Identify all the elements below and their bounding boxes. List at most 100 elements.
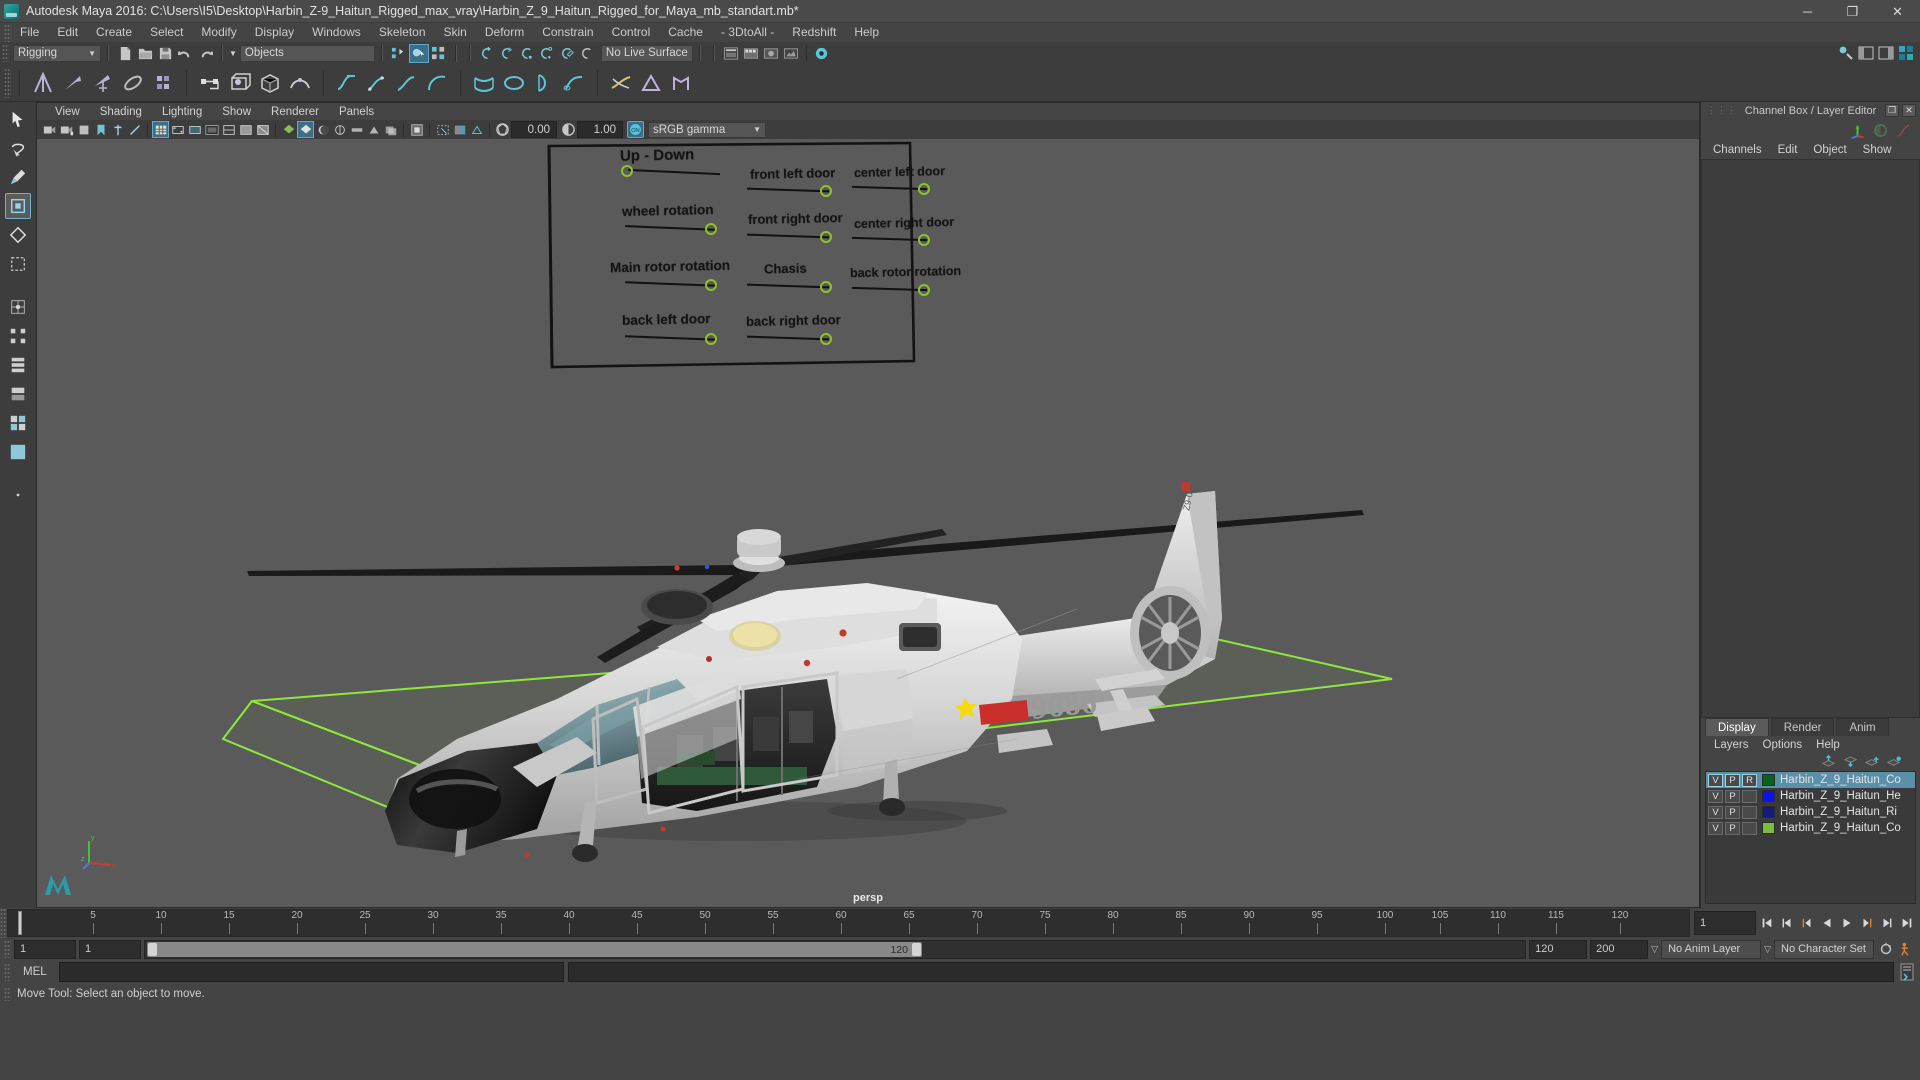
viewport-menu-view[interactable]: View (45, 106, 90, 118)
bookmark-icon[interactable] (92, 121, 109, 138)
gamma-icon[interactable] (560, 121, 577, 138)
ik-handle-tool-icon[interactable] (58, 68, 88, 98)
undo-button[interactable] (175, 44, 195, 63)
channel-menu-show[interactable]: Show (1855, 144, 1900, 156)
channel-menu-object[interactable]: Object (1805, 144, 1854, 156)
rig-knob-back-left-door[interactable] (705, 333, 717, 345)
layer-playback-toggle[interactable]: P (1725, 773, 1740, 787)
depth-peeling-icon[interactable] (382, 121, 399, 138)
rig-knob-main-rotor-rotation[interactable] (705, 279, 717, 291)
script-editor-button[interactable] (1898, 961, 1916, 983)
rig-knob-chasis[interactable] (820, 281, 832, 293)
range-start-field[interactable]: 1 (14, 939, 76, 959)
paint-skin-weights-icon[interactable] (148, 68, 178, 98)
rig-knob-center-right-door[interactable] (918, 234, 930, 246)
live-surface-field[interactable]: No Live Surface (600, 44, 693, 62)
layer-reference-toggle[interactable] (1742, 789, 1757, 803)
current-time-indicator[interactable] (18, 911, 22, 935)
snap-to-point-button[interactable] (517, 44, 537, 63)
square-surface-icon[interactable] (666, 68, 696, 98)
go-to-end-button[interactable] (1898, 912, 1916, 934)
light-toggle-icon[interactable] (297, 121, 314, 138)
make-live-button[interactable] (577, 44, 597, 63)
layer-list[interactable]: V P R Harbin_Z_9_Haitun_Co V P Harbin_Z_… (1705, 771, 1916, 904)
lock-camera-icon[interactable] (58, 121, 75, 138)
arc-tool-icon[interactable] (422, 68, 452, 98)
loft-surface-icon[interactable] (469, 68, 499, 98)
paint-select-tool[interactable] (5, 164, 31, 190)
rig-knob-center-left-door[interactable] (918, 183, 930, 195)
manipulator-icon[interactable] (1849, 122, 1866, 139)
shadow-toggle-icon[interactable] (314, 121, 331, 138)
layer-playback-toggle[interactable]: P (1725, 805, 1740, 819)
boundary-surface-icon[interactable] (636, 68, 666, 98)
ipr-render-button[interactable] (761, 44, 781, 63)
revolve-surface-icon[interactable] (529, 68, 559, 98)
render-sequence-button[interactable] (741, 44, 761, 63)
lattice-deformer-icon[interactable] (225, 68, 255, 98)
channel-box-toggle[interactable] (1876, 44, 1896, 63)
layout-vertical-tool[interactable] (5, 352, 31, 378)
step-back-keyframe-button[interactable] (1778, 912, 1796, 934)
layer-color-swatch[interactable] (1762, 806, 1775, 818)
select-tool[interactable] (5, 106, 31, 132)
viewport-menu-panels[interactable]: Panels (329, 106, 384, 118)
snap-to-grid-button[interactable] (477, 44, 497, 63)
anim-layer-selector[interactable]: No Anim Layer (1661, 939, 1762, 959)
channel-menu-edit[interactable]: Edit (1770, 144, 1806, 156)
menu-skin[interactable]: Skin (435, 23, 476, 42)
command-grip[interactable] (4, 963, 11, 981)
parent-constraint-icon[interactable] (195, 68, 225, 98)
texture-toggle-icon[interactable] (280, 121, 297, 138)
range-end-field[interactable]: 1 (79, 939, 141, 959)
menu-select[interactable]: Select (141, 23, 192, 42)
rig-knob-front-right-door[interactable] (820, 231, 832, 243)
menu-3dtoall[interactable]: - 3DtoAll - (712, 23, 783, 42)
menuset-selector[interactable]: Rigging ▼ (13, 44, 101, 62)
go-to-start-button[interactable] (1758, 912, 1776, 934)
menu-modify[interactable]: Modify (192, 23, 245, 42)
redo-button[interactable] (195, 44, 215, 63)
viewport-menu-lighting[interactable]: Lighting (152, 106, 212, 118)
close-panel-button[interactable]: ✕ (1902, 104, 1916, 117)
rig-control-overlay[interactable]: Up - Down wheel rotation Main rotor rota… (542, 139, 962, 399)
channel-box-content[interactable] (1701, 159, 1920, 718)
channel-menu-channels[interactable]: Channels (1705, 144, 1770, 156)
menu-windows[interactable]: Windows (303, 23, 370, 42)
play-backwards-button[interactable] (1818, 912, 1836, 934)
render-view-button[interactable] (721, 44, 741, 63)
menu-constrain[interactable]: Constrain (533, 23, 602, 42)
step-forward-frame-button[interactable] (1858, 912, 1876, 934)
planar-surface-icon[interactable] (499, 68, 529, 98)
snap-to-view-plane-button[interactable] (557, 44, 577, 63)
camera-attributes-icon[interactable] (75, 121, 92, 138)
step-back-frame-button[interactable] (1798, 912, 1816, 934)
command-output[interactable] (568, 962, 1894, 982)
layer-reference-toggle[interactable]: R (1742, 773, 1757, 787)
xray-active-components-icon[interactable] (468, 121, 485, 138)
shaded-wireframe-icon[interactable] (254, 121, 271, 138)
layer-color-swatch[interactable] (1762, 822, 1775, 834)
selection-mode-chevron-icon[interactable]: ▼ (229, 49, 237, 58)
view-transform-selector[interactable]: sRGB gamma ▼ (648, 121, 766, 138)
playback-end-field[interactable]: 120 (1529, 939, 1588, 959)
save-scene-button[interactable] (155, 44, 175, 63)
new-layer-icon[interactable] (1865, 755, 1880, 768)
layer-visibility-toggle[interactable]: V (1708, 805, 1723, 819)
open-scene-button[interactable] (135, 44, 155, 63)
chevron-down-icon[interactable]: ▽ (1651, 944, 1658, 955)
rotate-tool[interactable] (5, 222, 31, 248)
extrude-surface-icon[interactable] (559, 68, 589, 98)
layer-playback-toggle[interactable]: P (1725, 821, 1740, 835)
helpline-grip[interactable] (4, 987, 11, 1001)
isolate-select-icon[interactable] (408, 121, 425, 138)
toggle-viewport-render-button[interactable] (812, 44, 832, 63)
menu-cache[interactable]: Cache (659, 23, 712, 42)
layout-quad-tool[interactable] (5, 410, 31, 436)
toggle-shading-icon[interactable] (1872, 122, 1889, 139)
shelf-grip[interactable] (4, 67, 11, 98)
layer-playback-toggle[interactable]: P (1725, 789, 1740, 803)
wireframe-shading-icon[interactable] (220, 121, 237, 138)
current-frame-field[interactable]: 1 (1694, 911, 1756, 935)
birail-surface-icon[interactable] (606, 68, 636, 98)
